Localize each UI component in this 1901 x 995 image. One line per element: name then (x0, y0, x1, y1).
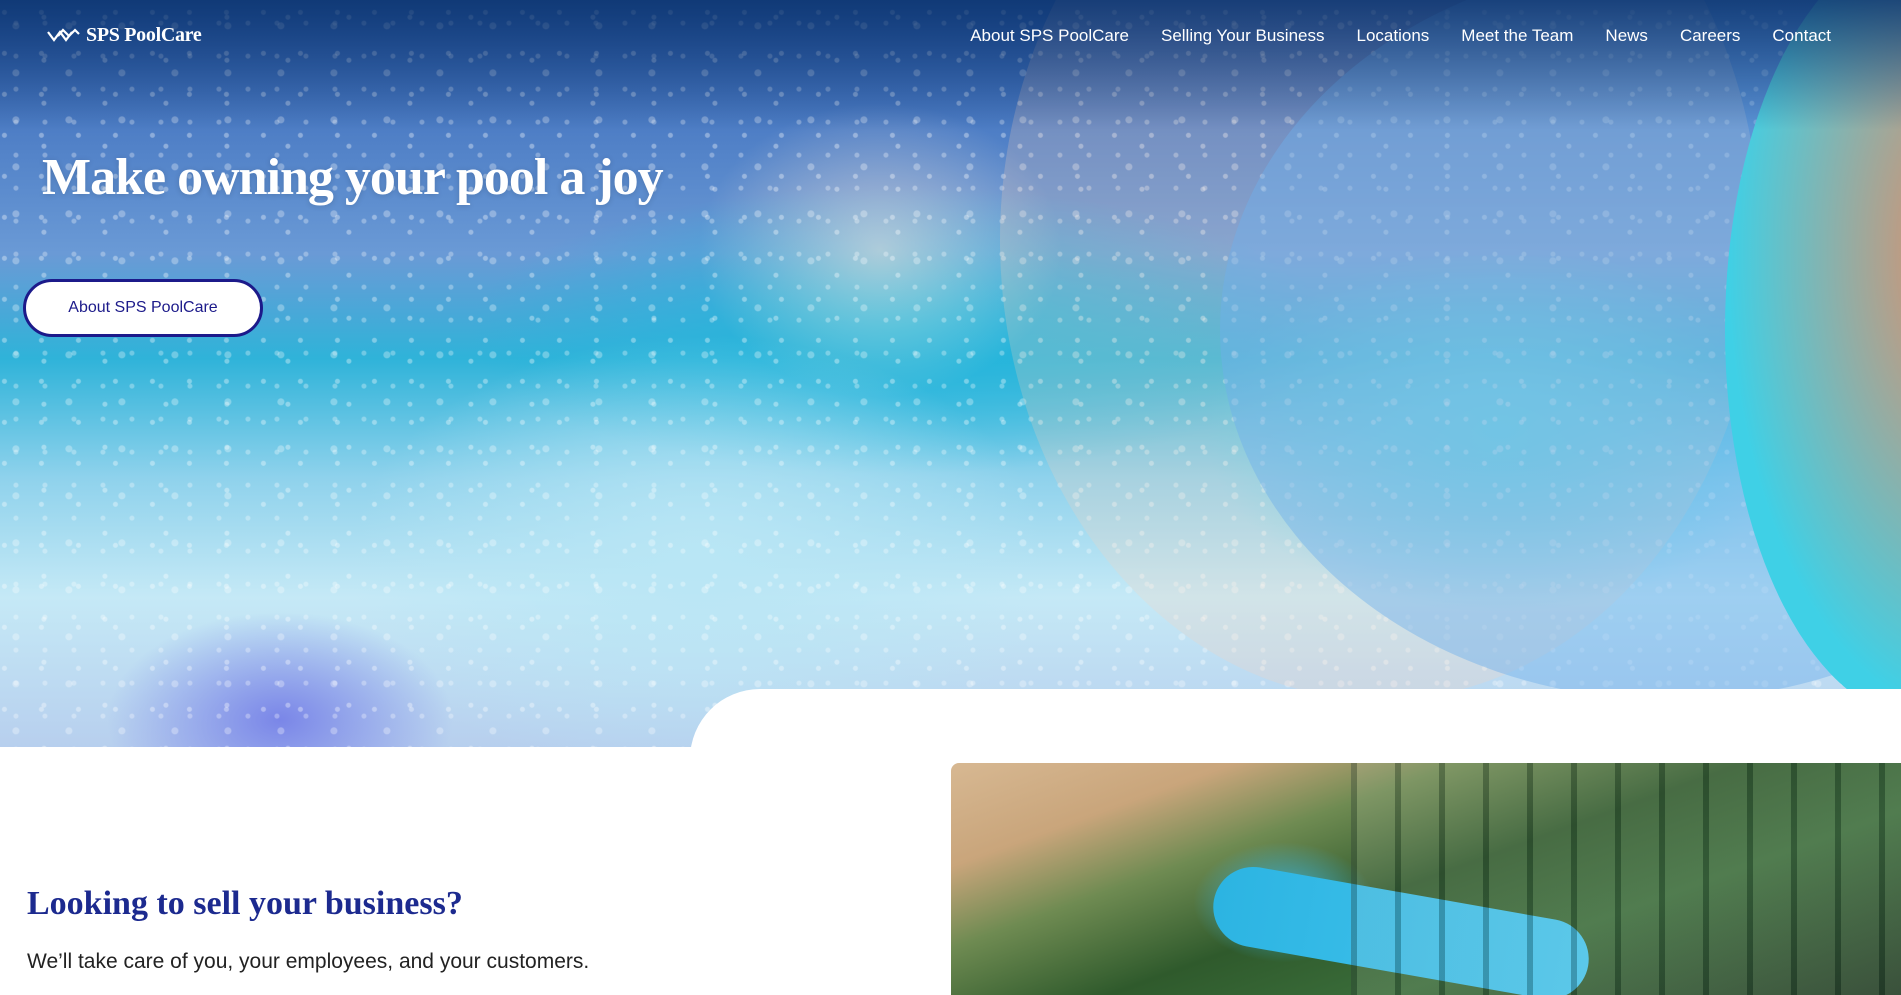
nav-item-selling-your-business[interactable]: Selling Your Business (1161, 26, 1325, 46)
about-button[interactable]: About SPS PoolCare (23, 279, 263, 337)
sps-wave-logo-icon (47, 27, 80, 42)
hero-section: SPS PoolCare About SPS PoolCare Selling … (0, 0, 1901, 747)
nav-item-about[interactable]: About SPS PoolCare (970, 26, 1129, 46)
hero-top-shade (0, 0, 1901, 130)
main-nav: About SPS PoolCare Selling Your Business… (970, 26, 1831, 46)
pool-garden-photo (951, 763, 1901, 995)
site-logo[interactable]: SPS PoolCare (46, 24, 202, 47)
hero-bottom-curve (690, 689, 1901, 747)
sell-section-subtitle: We’ll take care of you, your employees, … (27, 950, 590, 973)
sell-section-title: Looking to sell your business? (27, 885, 463, 922)
site-logo-text: SPS PoolCare (86, 24, 202, 46)
nav-item-contact[interactable]: Contact (1772, 26, 1831, 46)
nav-item-news[interactable]: News (1605, 26, 1648, 46)
nav-item-meet-the-team[interactable]: Meet the Team (1461, 26, 1573, 46)
hero-title: Make owning your pool a joy (42, 149, 664, 206)
nav-item-careers[interactable]: Careers (1680, 26, 1740, 46)
nav-item-locations[interactable]: Locations (1357, 26, 1430, 46)
